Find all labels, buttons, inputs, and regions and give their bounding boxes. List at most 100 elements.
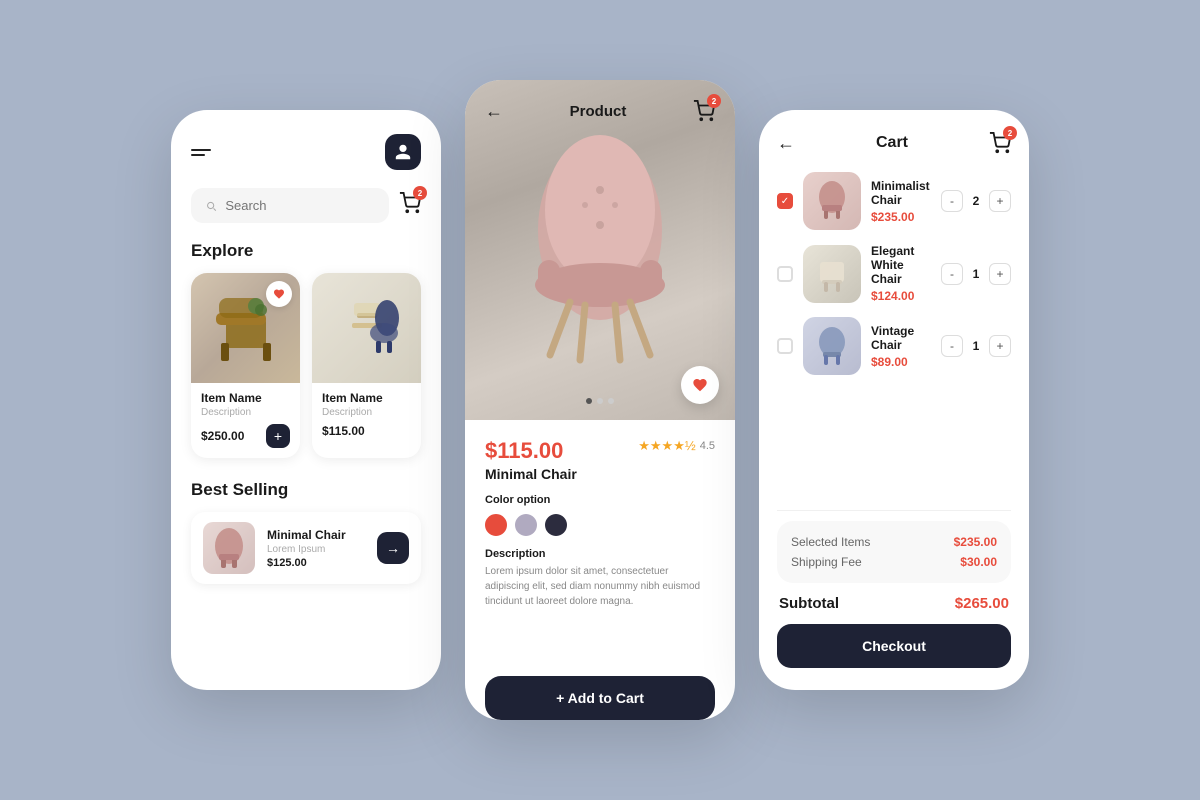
cart-item-price-1: $235.00 [871,210,931,224]
color-options [485,514,715,536]
qty-control-1: - 2 + [941,190,1011,212]
best-selling-list: Minimal Chair Lorem Ipsum $125.00 → [191,512,421,584]
cart-item-name-1: Minimalist Chair [871,179,931,207]
subtotal-row: Subtotal $265.00 [777,595,1011,612]
subtotal-value: $265.00 [955,595,1009,612]
product-desc-2: Description [322,407,411,418]
explore-card-2[interactable]: Item Name Description $115.00 [312,273,421,458]
cart-checkbox-2[interactable] [777,266,793,282]
price-rating-row: $115.00 Minimal Chair ★★★★½ 4.5 [485,438,715,482]
explore-card-1[interactable]: Item Name Description $250.00 + [191,273,300,458]
color-option-purple[interactable] [515,514,537,536]
selected-items-row: Selected Items $235.00 [791,535,997,549]
product-cart-button[interactable]: 2 [693,100,715,122]
qty-decrease-2[interactable]: - [941,263,963,285]
cart-button[interactable]: 2 [399,192,421,219]
cart-item-3: Vintage Chair $89.00 - 1 + [777,317,1011,375]
checkout-label: Checkout [862,638,926,654]
dot-1 [586,398,592,404]
product-favorite-button[interactable] [681,366,719,404]
best-item-image-1 [203,522,255,574]
product-image-1 [191,273,300,383]
stars-icon: ★★★★½ [638,438,695,454]
product-card-info-2: Item Name Description $115.00 [312,383,421,438]
product-name-1: Item Name [201,391,290,405]
cart-item-price-2: $124.00 [871,289,931,303]
explore-title: Explore [191,241,421,261]
cart-item-1: ✓ Minimalist Chair $235.00 - 2 + [777,172,1011,230]
shipping-fee-row: Shipping Fee $30.00 [791,555,997,569]
best-item-arrow-1[interactable]: → [377,532,409,564]
heart-icon [692,377,708,393]
product-name-main: Minimal Chair [485,466,577,482]
cart-item-name-3: Vintage Chair [871,324,931,352]
color-option-dark[interactable] [545,514,567,536]
selected-items-label: Selected Items [791,535,870,549]
cart-header-cart-button[interactable]: 2 [989,132,1011,154]
qty-increase-3[interactable]: + [989,335,1011,357]
product-price-2: $115.00 [322,424,365,438]
explore-grid: Item Name Description $250.00 + [191,273,421,458]
product-details: $115.00 Minimal Chair ★★★★½ 4.5 Color op… [465,420,735,720]
cart-items-list: ✓ Minimalist Chair $235.00 - 2 + [777,172,1011,484]
cart-item-info-1: Minimalist Chair $235.00 [871,179,931,224]
qty-control-3: - 1 + [941,335,1011,357]
product-card-info-1: Item Name Description $250.00 + [191,383,300,448]
cart-item-info-2: Elegant White Chair $124.00 [871,244,931,303]
color-option-label: Color option [485,494,715,506]
qty-decrease-3[interactable]: - [941,335,963,357]
product-price-main: $115.00 [485,438,577,464]
best-selling-title: Best Selling [191,480,421,500]
cart-item-2: Elegant White Chair $124.00 - 1 + [777,244,1011,303]
furniture-illustration-2 [332,288,402,368]
add-to-cart-button-1[interactable]: + [266,424,290,448]
cart-item-image-2 [803,245,861,303]
cart-item-price-3: $89.00 [871,355,931,369]
search-bar[interactable] [191,188,389,223]
cart-item-name-2: Elegant White Chair [871,244,931,286]
qty-increase-1[interactable]: + [989,190,1011,212]
product-chair-illustration [510,130,690,370]
rating-number: 4.5 [700,440,715,452]
checkout-button[interactable]: Checkout [777,624,1011,668]
menu-icon[interactable] [191,149,211,156]
best-item-1[interactable]: Minimal Chair Lorem Ipsum $125.00 → [191,512,421,584]
profile-button[interactable] [385,134,421,170]
cart-header: ← Cart 2 [777,132,1011,154]
search-input[interactable] [225,198,375,213]
product-left: $115.00 Minimal Chair [485,438,577,482]
cart-divider [777,510,1011,511]
add-to-cart-button[interactable]: + Add to Cart [485,676,715,720]
cart-chair-2 [812,252,852,296]
cart-checkbox-1[interactable]: ✓ [777,193,793,209]
favorite-button-1[interactable] [266,281,292,307]
selected-items-value: $235.00 [954,535,997,549]
qty-increase-2[interactable]: + [989,263,1011,285]
cart-header-badge: 2 [1003,126,1017,140]
cart-checkbox-3[interactable] [777,338,793,354]
home-screen: 2 Explore Item Name [171,110,441,690]
best-item-desc-1: Lorem Ipsum [267,544,365,555]
cart-summary: Selected Items $235.00 Shipping Fee $30.… [777,521,1011,583]
description-label: Description [485,548,715,560]
product-nav: ← Product 2 [465,100,735,122]
back-button[interactable]: ← [485,101,503,122]
qty-control-2: - 1 + [941,263,1011,285]
best-item-info-1: Minimal Chair Lorem Ipsum $125.00 [267,528,365,569]
product-desc-1: Description [201,407,290,418]
cart-back-button[interactable]: ← [777,133,795,154]
product-hero: ← Product 2 [465,80,735,420]
product-cart-badge: 2 [707,94,721,108]
cart-item-image-3 [803,317,861,375]
dot-3 [608,398,614,404]
product-screen: ← Product 2 [465,80,735,720]
add-to-cart-label: + Add to Cart [556,690,644,706]
color-option-red[interactable] [485,514,507,536]
qty-decrease-1[interactable]: - [941,190,963,212]
best-item-price-1: $125.00 [267,557,365,569]
qty-num-2: 1 [969,267,983,281]
slide-indicator [586,398,614,404]
cart-item-info-3: Vintage Chair $89.00 [871,324,931,369]
dot-2 [597,398,603,404]
product-price-1: $250.00 [201,429,244,443]
